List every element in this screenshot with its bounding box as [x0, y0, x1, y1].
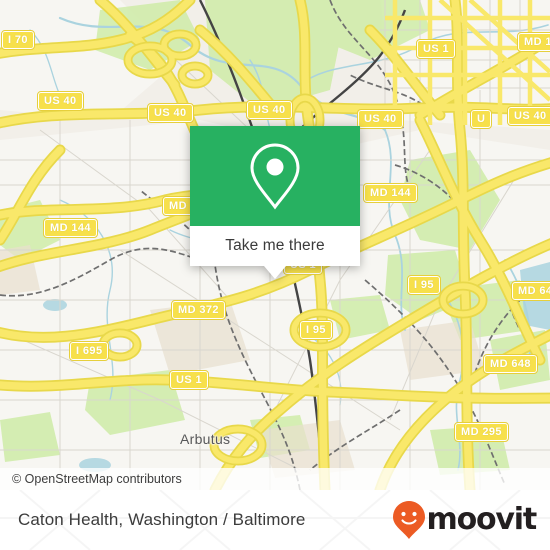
moovit-brand-logo[interactable]: moovit	[392, 500, 550, 540]
road-shield: US 40	[147, 103, 194, 123]
road-shield: MD 144	[43, 218, 98, 238]
road-shield: U	[469, 109, 493, 129]
popup-tail	[264, 266, 286, 279]
road-shield: MD 12	[516, 32, 550, 52]
moovit-smiley-pin-icon	[392, 501, 425, 539]
road-shield: I 70	[1, 30, 35, 50]
take-me-there-label: Take me there	[225, 237, 325, 254]
road-shield: MD 144	[363, 183, 418, 203]
footer-bar: Caton Health, Washington / Baltimore moo…	[0, 490, 550, 550]
moovit-wordmark: moovit	[426, 502, 538, 537]
road-shield: I 95	[407, 275, 441, 295]
road-shield: I 95	[299, 320, 333, 340]
location-popup-card[interactable]: Take me there	[190, 126, 360, 279]
popup-action-bar[interactable]: Take me there	[190, 226, 360, 279]
road-shield: MD 64	[510, 281, 550, 301]
popup-image-area	[190, 126, 360, 226]
page-title: Caton Health, Washington / Baltimore	[18, 510, 306, 529]
osm-attribution-text[interactable]: © OpenStreetMap contributors	[0, 472, 182, 486]
road-shield: US 1	[168, 370, 210, 390]
road-shield: I 695	[68, 341, 110, 361]
road-shield: US 40	[246, 100, 293, 120]
road-shield: MD 295	[454, 422, 509, 442]
place-label-arbutus: Arbutus	[180, 431, 231, 447]
road-shield: US 40	[357, 109, 404, 129]
road-shield: MD 372	[171, 300, 226, 320]
road-shield: US 40	[37, 91, 84, 111]
road-shield: US 40	[507, 106, 550, 126]
map-pin-icon	[250, 143, 300, 210]
road-shield: US 1	[415, 39, 457, 59]
road-shield: MD 648	[483, 354, 538, 374]
map-canvas[interactable]: I 70 US 40 US 40 US 40 US 40 US 40 US 1 …	[0, 0, 550, 490]
map-attribution-bar: © OpenStreetMap contributors	[0, 468, 550, 490]
moovit-map-page: I 70 US 40 US 40 US 40 US 40 US 40 US 1 …	[0, 0, 550, 550]
